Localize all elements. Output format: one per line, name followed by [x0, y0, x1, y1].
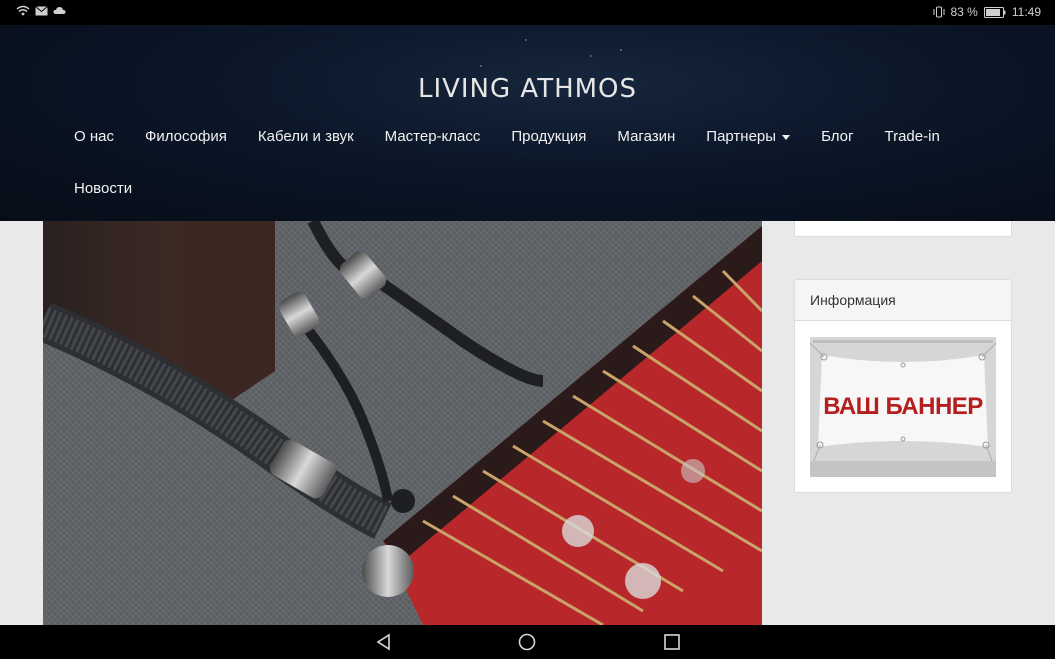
android-nav-bar: [0, 625, 1055, 659]
chevron-down-icon: [782, 134, 791, 140]
header-star: [525, 39, 527, 41]
nav-item-trade-in[interactable]: Trade-in: [884, 128, 939, 145]
status-time: 11:49: [1011, 5, 1041, 19]
nav-item-blog[interactable]: Блог: [821, 128, 853, 145]
nav-item-shop[interactable]: Магазин: [617, 128, 675, 145]
nav-item-news[interactable]: Новости: [74, 180, 132, 197]
mail-icon: [35, 5, 48, 16]
wifi-icon: [16, 5, 30, 16]
nav-item-partners-label: Партнеры: [706, 128, 777, 145]
info-widget-title: Информация: [795, 280, 1011, 321]
header-star: [620, 49, 622, 51]
back-icon[interactable]: [375, 633, 393, 656]
nav-item-masterclass[interactable]: Мастер-класс: [385, 128, 481, 145]
nav-item-partners[interactable]: Партнеры: [706, 128, 791, 145]
status-bar: 83 % 11:49: [0, 0, 1055, 25]
status-bar-right: 83 % 11:49: [933, 5, 1041, 19]
nav-item-cables-sound[interactable]: Кабели и звук: [258, 128, 354, 145]
battery-icon: [983, 6, 1006, 18]
home-icon[interactable]: [518, 633, 536, 656]
site-logo[interactable]: LIVING ATHMOS: [0, 74, 1055, 104]
status-bar-left: [16, 5, 66, 16]
header-star: [590, 55, 592, 57]
cloud-icon: [53, 6, 66, 15]
main-nav: О нас Философия Кабели и звук Мастер-кла…: [74, 128, 940, 145]
battery-percent: 83 %: [950, 5, 978, 19]
banner-placeholder[interactable]: ВАШ БАННЕР: [810, 337, 996, 477]
nav-item-products[interactable]: Продукция: [511, 128, 586, 145]
article-photo: [43, 221, 762, 625]
main-nav-row-2: Новости: [74, 180, 132, 197]
recents-icon[interactable]: [663, 633, 681, 656]
vibrate-icon: [933, 6, 945, 18]
site-header: LIVING ATHMOS О нас Философия Кабели и з…: [0, 25, 1055, 221]
nav-item-about[interactable]: О нас: [74, 128, 114, 145]
header-star: [480, 65, 482, 67]
sidebar-widget-previous: [794, 221, 1012, 237]
nav-item-philosophy[interactable]: Философия: [145, 128, 227, 145]
info-widget: Информация ВАШ БАННЕР: [794, 279, 1012, 493]
banner-text: ВАШ БАННЕР: [823, 393, 983, 420]
